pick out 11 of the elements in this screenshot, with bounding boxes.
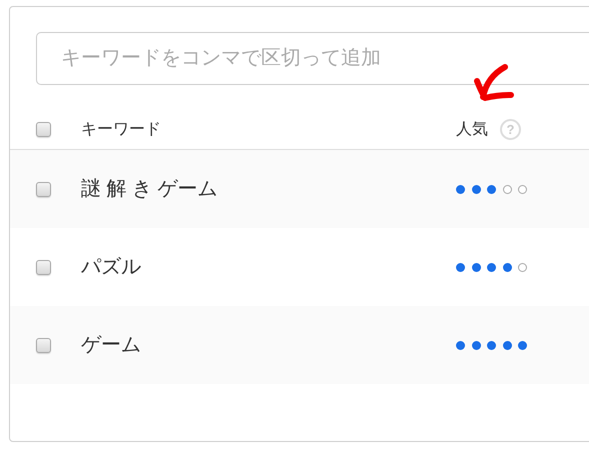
keyword-cell-text: パズル: [81, 255, 142, 280]
keyword-cell-text: ゲーム: [81, 333, 142, 358]
column-header: 人気: [456, 120, 488, 140]
keyword-cell-text: 謎 解 き ゲーム: [81, 177, 219, 202]
checkbox[interactable]: [36, 338, 51, 352]
checkbox[interactable]: [36, 122, 51, 137]
checkbox[interactable]: [36, 260, 51, 274]
search-field[interactable]: キーワードをコンマで区切って追加: [36, 32, 589, 85]
column-header: キーワード: [81, 120, 162, 140]
help-icon[interactable]: ?: [500, 119, 521, 140]
checkbox[interactable]: [36, 182, 51, 196]
